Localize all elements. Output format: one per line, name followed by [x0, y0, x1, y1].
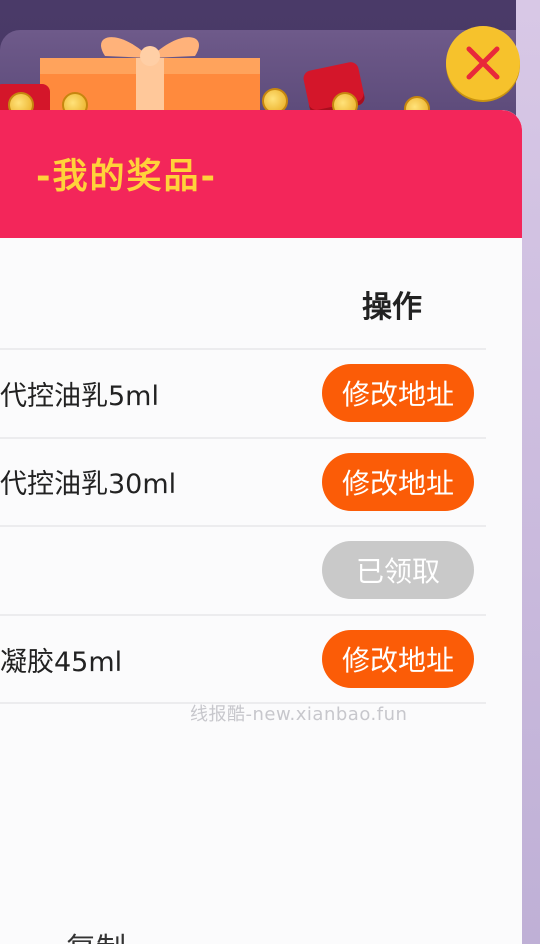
row-divider	[0, 614, 486, 616]
dialog-title: -我的奖品-	[36, 157, 218, 197]
claimed-status-button: 已领取	[322, 541, 474, 599]
bottom-partial-text: 复制	[66, 924, 126, 944]
dialog-header: -我的奖品-	[0, 110, 522, 238]
row-divider	[0, 525, 486, 527]
close-icon	[466, 46, 500, 80]
row-divider	[0, 437, 486, 439]
watermark-text: 线报酷-new.xianbao.fun	[190, 704, 408, 725]
edit-address-button[interactable]: 修改地址	[322, 630, 474, 688]
row-divider	[0, 348, 486, 350]
close-button[interactable]	[446, 26, 520, 100]
prize-name: 代控油乳5ml	[0, 381, 159, 412]
prize-dialog: -我的奖品- 操作 代控油乳5ml 修改地址 代控油乳30ml 修改地址 已领取…	[0, 110, 522, 944]
edit-address-button[interactable]: 修改地址	[322, 364, 474, 422]
prize-name: 凝胶45ml	[0, 647, 123, 678]
column-header-action: 操作	[362, 290, 422, 325]
prize-name: 代控油乳30ml	[0, 469, 177, 500]
edit-address-button[interactable]: 修改地址	[322, 453, 474, 511]
